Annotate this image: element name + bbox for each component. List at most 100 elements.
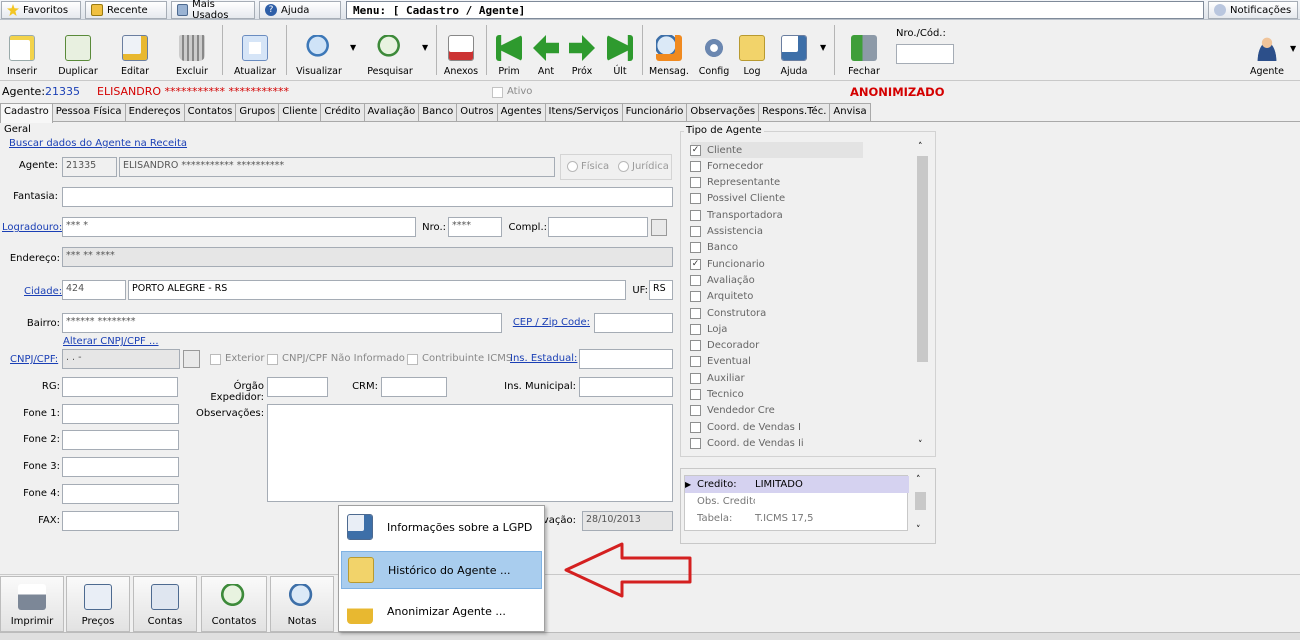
menu-item-historico[interactable]: Histórico do Agente ...	[341, 551, 542, 589]
tab-observações[interactable]: Observações	[686, 103, 760, 122]
credit-scroll-thumb[interactable]	[915, 492, 926, 510]
cidade-id-input[interactable]: 424	[62, 280, 126, 300]
unchecked-checkbox[interactable]	[690, 372, 701, 384]
cnpj-copy-icon[interactable]	[183, 350, 200, 368]
checked-checkbox[interactable]: ✓	[690, 258, 701, 270]
ativo-checkbox[interactable]	[492, 87, 503, 98]
tab-pessoa-física[interactable]: Pessoa Física	[51, 103, 126, 122]
fax-input[interactable]	[62, 511, 179, 531]
ajuda-button[interactable]: Ajuda	[772, 23, 816, 77]
unchecked-checkbox[interactable]	[690, 323, 701, 335]
tipo-agente-item[interactable]: Vendedor Cre	[690, 403, 862, 419]
menu-field[interactable]: Menu: [ Cadastro / Agente]	[346, 1, 1204, 19]
ult-button[interactable]: Últ	[604, 23, 636, 77]
checked-checkbox[interactable]: ✓	[690, 144, 701, 156]
tipo-agente-item[interactable]: Coord. de Vendas Ii	[690, 435, 862, 451]
fone4-input[interactable]	[62, 484, 179, 504]
excluir-button[interactable]: Excluir	[170, 23, 214, 77]
unchecked-checkbox[interactable]	[690, 274, 701, 286]
agente-dropdown-icon[interactable]: ▼	[1290, 44, 1296, 53]
orgao-expedidor-input[interactable]	[267, 377, 328, 397]
observacoes-textarea[interactable]	[267, 404, 673, 502]
crm-input[interactable]	[381, 377, 447, 397]
scroll-down-icon[interactable]: ˅	[918, 440, 923, 450]
unchecked-checkbox[interactable]	[690, 389, 701, 400]
unchecked-checkbox[interactable]	[690, 421, 701, 433]
ajuda-top-button[interactable]: ? Ajuda	[259, 1, 341, 19]
fisica-radio[interactable]	[567, 161, 578, 172]
tipo-agente-item[interactable]: Tecnico	[690, 387, 862, 403]
notificacoes-button[interactable]: Notificações	[1208, 1, 1298, 19]
tab-grupos[interactable]: Grupos	[235, 103, 280, 122]
tipo-agente-item[interactable]: Possivel Cliente	[690, 191, 862, 207]
credit-scroll-down-icon[interactable]: ˅	[916, 525, 921, 535]
log-button[interactable]: Log	[736, 23, 768, 77]
tab-funcionário[interactable]: Funcionário	[621, 103, 688, 122]
cnpj-field[interactable]: . . -	[62, 349, 180, 369]
contas-button[interactable]: Contas	[133, 576, 197, 632]
scroll-up-icon[interactable]: ˄	[918, 142, 923, 152]
agente-nome-field[interactable]: ELISANDRO *********** **********	[119, 157, 555, 177]
tab-anvisa[interactable]: Anvisa	[829, 103, 871, 122]
tipo-agente-item[interactable]: Coord. de Vendas I	[690, 419, 862, 435]
tab-crédito[interactable]: Crédito	[320, 103, 365, 122]
tab-cliente[interactable]: Cliente	[278, 103, 322, 122]
scroll-thumb[interactable]	[917, 156, 928, 362]
tipo-agente-item[interactable]: Construtora	[690, 305, 862, 321]
mais-usados-button[interactable]: Mais Usados	[171, 0, 255, 21]
inserir-button[interactable]: Inserir	[2, 23, 42, 77]
uf-field[interactable]: RS	[649, 280, 673, 300]
unchecked-checkbox[interactable]	[690, 307, 701, 319]
credit-row[interactable]: Obs. Credito	[685, 493, 909, 510]
credit-row[interactable]: ▶ Credito: LIMITADO	[685, 476, 909, 493]
tab-cadastro[interactable]: Cadastro	[0, 103, 53, 123]
alterar-cnpj-link[interactable]: Alterar CNPJ/CPF ...	[63, 336, 159, 347]
menu-item-lgpd[interactable]: Informações sobre a LGPD	[341, 508, 542, 546]
credit-row[interactable]: Tabela: T.ICMS 17,5	[685, 510, 909, 527]
nro-cod-input[interactable]	[896, 44, 954, 64]
credit-scroll-up-icon[interactable]: ˄	[916, 475, 921, 485]
atualizar-button[interactable]: Atualizar	[230, 23, 280, 77]
logradouro-link[interactable]: Logradouro:	[2, 222, 62, 233]
unchecked-checkbox[interactable]	[690, 437, 701, 449]
cidade-nome-field[interactable]: PORTO ALEGRE - RS	[128, 280, 626, 300]
ins-municipal-input[interactable]	[579, 377, 673, 397]
tipo-agente-item[interactable]: Avaliação	[690, 272, 862, 288]
tipo-agente-item[interactable]: Decorador	[690, 338, 862, 354]
pesquisar-button[interactable]: Pesquisar	[362, 23, 418, 77]
fone3-input[interactable]	[62, 457, 179, 477]
ins-estadual-input[interactable]	[579, 349, 673, 369]
tipo-agente-item[interactable]: ✓ Funcionario	[690, 256, 862, 272]
buscar-receita-link[interactable]: Buscar dados do Agente na Receita	[9, 138, 187, 149]
pesquisar-dropdown-icon[interactable]: ▼	[422, 43, 428, 52]
agente-menu-button[interactable]: Agente	[1244, 23, 1290, 77]
tipo-agente-item[interactable]: Banco	[690, 240, 862, 256]
recente-button[interactable]: Recente	[85, 1, 167, 19]
unchecked-checkbox[interactable]	[690, 356, 701, 368]
tab-avaliação[interactable]: Avaliação	[363, 103, 420, 122]
tipo-agente-item[interactable]: Representante	[690, 175, 862, 191]
agente-id-field[interactable]: 21335	[62, 157, 117, 177]
credit-scrollbar[interactable]: ˄ ˅	[914, 475, 927, 539]
prim-button[interactable]: Prim	[492, 23, 526, 77]
endereco-field[interactable]: *** ** ****	[62, 247, 673, 267]
tab-endereços[interactable]: Endereços	[124, 103, 185, 122]
mensag-button[interactable]: Mensag.	[646, 23, 692, 77]
juridica-radio[interactable]	[618, 161, 629, 172]
visualizar-button[interactable]: Visualizar	[292, 23, 346, 77]
exterior-checkbox[interactable]	[210, 354, 221, 365]
tipo-agente-item[interactable]: Assistencia	[690, 224, 862, 240]
unchecked-checkbox[interactable]	[690, 160, 701, 172]
unchecked-checkbox[interactable]	[690, 209, 701, 221]
ajuda-dropdown-icon[interactable]: ▼	[820, 43, 826, 52]
cep-link[interactable]: CEP / Zip Code:	[510, 317, 590, 328]
fechar-button[interactable]: Fechar	[842, 23, 886, 77]
unchecked-checkbox[interactable]	[690, 242, 701, 254]
tipo-agente-item[interactable]: Fornecedor	[690, 158, 862, 174]
precos-button[interactable]: Preços	[66, 576, 130, 632]
visualizar-dropdown-icon[interactable]: ▼	[350, 43, 356, 52]
unchecked-checkbox[interactable]	[690, 193, 701, 205]
anexos-button[interactable]: Anexos	[440, 23, 482, 77]
address-lookup-icon[interactable]	[651, 219, 667, 236]
contribuinte-icms-checkbox[interactable]	[407, 354, 418, 365]
